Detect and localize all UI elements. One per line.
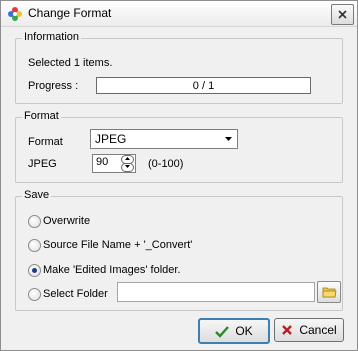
app-flower-icon — [8, 7, 22, 21]
information-group: Information — [15, 31, 343, 104]
close-icon — [338, 10, 347, 19]
format-label: Format — [28, 136, 63, 148]
radio-source-file-name-label[interactable]: Source File Name + '_Convert' — [43, 239, 192, 251]
ok-button[interactable]: OK — [198, 318, 270, 344]
selected-items-text: Selected 1 items. — [28, 57, 113, 69]
format-select[interactable]: JPEG — [90, 129, 238, 149]
radio-source-file-name[interactable] — [28, 239, 41, 252]
radio-overwrite-label[interactable]: Overwrite — [43, 215, 90, 227]
chevron-down-icon — [225, 137, 232, 141]
information-legend: Information — [22, 31, 82, 43]
jpeg-quality-value: 90 — [96, 156, 109, 168]
cancel-button[interactable]: Cancel — [274, 318, 344, 342]
arrow-down-icon — [125, 165, 130, 168]
arrow-up-icon — [125, 157, 130, 160]
folder-icon — [322, 287, 336, 298]
save-legend: Save — [22, 189, 52, 201]
folder-path-input[interactable] — [117, 282, 315, 302]
radio-select-folder[interactable] — [28, 288, 41, 301]
jpeg-quality-stepper[interactable]: 90 — [92, 154, 136, 173]
browse-folder-button[interactable] — [317, 281, 341, 303]
jpeg-quality-range: (0-100) — [148, 158, 184, 170]
close-button[interactable] — [331, 4, 354, 25]
checkmark-icon — [215, 325, 230, 338]
radio-edited-images-folder[interactable] — [28, 264, 41, 277]
format-group: Format — [15, 110, 343, 183]
progress-text: 0 / 1 — [192, 79, 215, 92]
jpeg-quality-label: JPEG — [28, 158, 57, 170]
ok-button-label: OK — [235, 324, 253, 338]
progress-label: Progress : — [28, 80, 79, 92]
radio-edited-images-folder-label[interactable]: Make 'Edited Images' folder. — [43, 264, 181, 276]
quality-decrement-button[interactable] — [121, 163, 134, 172]
radio-select-folder-label[interactable]: Select Folder — [43, 288, 108, 300]
radio-overwrite[interactable] — [28, 215, 41, 228]
title-bar: Change Format — [1, 1, 357, 27]
progress-bar: 0 / 1 — [96, 77, 311, 94]
cancel-button-label: Cancel — [299, 323, 337, 337]
window-title: Change Format — [28, 6, 112, 20]
change-format-dialog: Change Format Information Selected 1 ite… — [0, 0, 358, 351]
format-legend: Format — [22, 110, 61, 122]
cancel-x-icon — [282, 325, 293, 335]
format-select-value: JPEG — [95, 132, 127, 146]
